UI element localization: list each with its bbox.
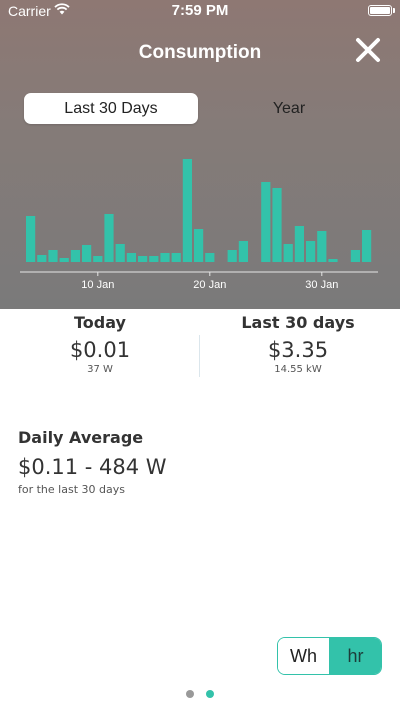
chart-bar <box>205 253 215 262</box>
consumption-header: Carrier 7:59 PM Consumption Last 30 Days… <box>0 0 400 309</box>
chart-bar <box>182 159 192 262</box>
status-bar: Carrier 7:59 PM <box>0 0 400 22</box>
today-power: 37 W <box>87 364 113 375</box>
page-indicator[interactable] <box>0 690 400 698</box>
chart-x-tick-label: 20 Jan <box>193 279 226 291</box>
last30-value: $3.35 <box>267 338 329 362</box>
chart-x-tick-label: 10 Jan <box>81 279 114 291</box>
chart-bar <box>306 241 316 262</box>
chart-x-tick-label: 30 Jan <box>305 279 338 291</box>
page-dot[interactable] <box>186 690 194 698</box>
chart-bar <box>149 256 159 262</box>
chart-bar <box>37 255 47 262</box>
today-value: $0.01 <box>69 338 131 362</box>
close-icon[interactable] <box>354 36 382 64</box>
chart-bar <box>328 259 338 262</box>
unit-hr-button[interactable]: hr <box>330 638 381 674</box>
chart-bar <box>283 244 293 262</box>
chart-bar <box>317 231 327 262</box>
chart-bar <box>261 182 271 262</box>
tab-last-30-days[interactable]: Last 30 Days <box>24 93 198 124</box>
chart-bar <box>160 253 170 262</box>
chart-bar <box>272 188 282 262</box>
chart-bar <box>82 245 92 262</box>
chart-bar <box>238 241 248 262</box>
last30-stat: Last 30 days $3.35 14.55 kW <box>198 309 398 375</box>
daily-average-note: for the last 30 days <box>18 483 125 496</box>
today-title: Today <box>74 313 126 332</box>
unit-wh-button[interactable]: Wh <box>278 638 330 674</box>
last30-title: Last 30 days <box>241 313 355 332</box>
chart-bar <box>70 250 80 262</box>
chart-bar <box>294 226 304 262</box>
chart-bar <box>126 253 136 262</box>
chart-bar <box>194 229 204 262</box>
chart-bar <box>362 230 372 262</box>
chart-bar <box>171 253 181 262</box>
battery-icon <box>368 5 392 16</box>
chart-bar <box>59 258 69 262</box>
page-title: Consumption <box>138 42 262 63</box>
page-dot-active[interactable] <box>206 690 214 698</box>
battery-nub <box>393 8 395 13</box>
daily-average: Daily Average $0.11 - 484 W for the last… <box>18 428 167 496</box>
today-stat: Today $0.01 37 W <box>0 309 200 375</box>
daily-average-value: $0.11 - 484 W <box>18 455 167 479</box>
chart-bar <box>104 214 114 262</box>
chart-bar <box>26 216 36 262</box>
chart-bar <box>93 256 103 262</box>
chart-bar <box>227 250 237 262</box>
unit-toggle: Wh hr <box>277 637 382 675</box>
daily-average-title: Daily Average <box>18 428 144 447</box>
consumption-chart: 10 Jan 20 Jan 30 Jan <box>20 159 378 291</box>
chart-bar <box>138 256 148 262</box>
range-segmented-control: Last 30 Days Year <box>22 93 378 125</box>
chart-bar <box>350 250 360 262</box>
tab-year[interactable]: Year <box>202 93 376 124</box>
chart-bar <box>115 244 125 262</box>
clock: 7:59 PM <box>171 2 229 19</box>
last30-energy: 14.55 kW <box>274 364 322 375</box>
chart-bar <box>48 250 58 262</box>
